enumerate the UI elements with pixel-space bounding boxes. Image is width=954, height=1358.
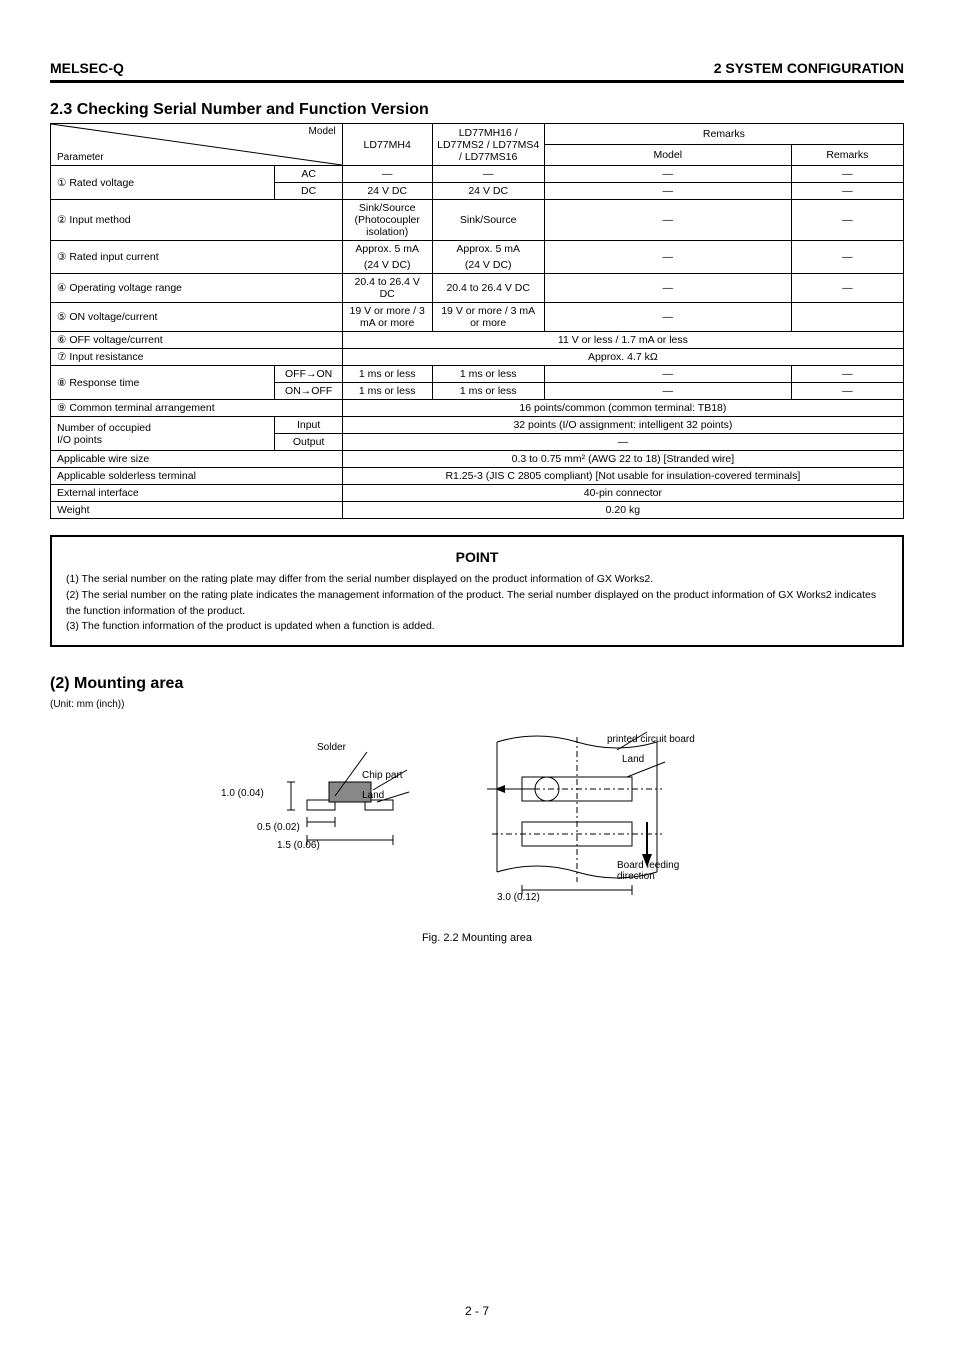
page-number: 2 - 7 — [50, 1304, 904, 1318]
label-chip: Chip part — [362, 770, 403, 781]
mount-title: (2) Mounting area — [50, 675, 904, 693]
dim-3: 1.5 (0.06) — [277, 840, 320, 851]
label-solder: Solder — [317, 742, 346, 753]
label-land: Land — [362, 790, 384, 801]
dim-2: 0.5 (0.02) — [257, 822, 300, 833]
point-line-3: (3) The function information of the prod… — [66, 619, 888, 635]
hdr-remarks: Remarks — [544, 124, 903, 145]
header-right: 2 SYSTEM CONFIGURATION — [714, 60, 904, 76]
point-line-1: (1) The serial number on the rating plat… — [66, 572, 888, 588]
label-feed: Board feeding direction — [617, 860, 687, 882]
hdr-parameter: Parameter — [57, 152, 104, 163]
point-line-2: (2) The serial number on the rating plat… — [66, 588, 888, 620]
header-rule — [50, 80, 904, 83]
header-left: MELSEC-Q — [50, 60, 124, 76]
spec-table: Model Parameter LD77MH4 LD77MH16 / LD77M… — [50, 123, 904, 519]
dim-4: 3.0 (0.12) — [497, 892, 540, 903]
label-land2: Land — [622, 754, 644, 765]
dim-1: 1.0 (0.04) — [221, 788, 264, 799]
figure-caption: Fig. 2.2 Mounting area — [50, 932, 904, 944]
point-box: POINT (1) The serial number on the ratin… — [50, 535, 904, 647]
hdr-model: Model — [309, 126, 336, 137]
unit-note: (Unit: mm (inch)) — [50, 699, 904, 710]
point-title: POINT — [66, 547, 888, 568]
hdr-rem-model: Model — [544, 145, 791, 166]
figure-labels: Solder Chip part Land printed circuit bo… — [227, 752, 727, 912]
hdr-rem-remarks: Remarks — [791, 145, 903, 166]
section-title: 2.3 Checking Serial Number and Function … — [50, 101, 904, 119]
hdr-col-a: LD77MH4 — [342, 124, 432, 166]
label-board: printed circuit board — [607, 734, 695, 745]
hdr-col-b: LD77MH16 / LD77MS2 / LD77MS4 / LD77MS16 — [432, 124, 544, 166]
